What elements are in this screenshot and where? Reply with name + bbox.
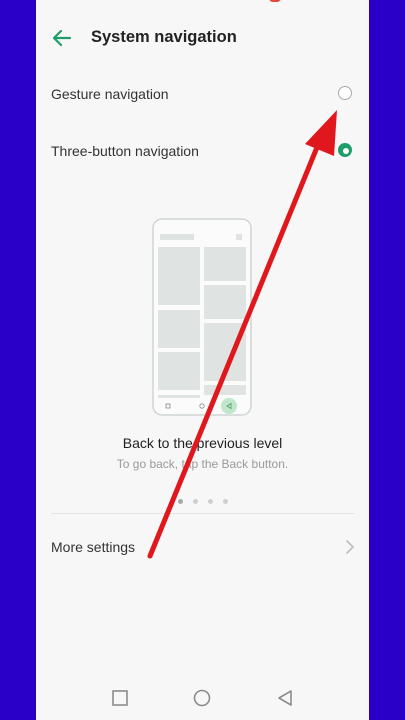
more-settings-label: More settings [51,539,136,555]
more-settings-row[interactable]: More settings [36,527,369,567]
system-nav-bar [36,680,369,716]
phone-screen: System navigation Gesture navigation Thr… [36,0,369,720]
option-gesture-navigation[interactable]: Gesture navigation [36,73,369,117]
circle-icon[interactable] [192,688,212,708]
page-indicator [36,491,369,504]
option-three-button-navigation[interactable]: Three-button navigation [36,130,369,174]
phone-illustration [152,218,252,416]
option-label: Three-button navigation [51,143,199,159]
header: System navigation [36,22,369,54]
caption-title: Back to the previous level [122,435,283,451]
page-dot[interactable] [207,499,213,504]
triangle-left-icon[interactable] [275,688,295,708]
square-icon[interactable] [110,688,130,708]
page-dot[interactable] [177,499,183,504]
notification-indicator [269,0,281,2]
option-label: Gesture navigation [51,86,169,102]
page-dot[interactable] [222,499,228,504]
page-dot[interactable] [192,499,198,504]
radio-three-button-navigation[interactable] [338,143,352,157]
status-bar [269,0,339,4]
caption-subtitle: To go back, tap the Back button. [116,457,289,471]
divider [51,513,354,514]
chevron-right-icon [346,540,354,554]
page-title: System navigation [91,28,237,46]
radio-gesture-navigation[interactable] [338,86,352,100]
arrow-left-icon[interactable] [50,26,74,50]
